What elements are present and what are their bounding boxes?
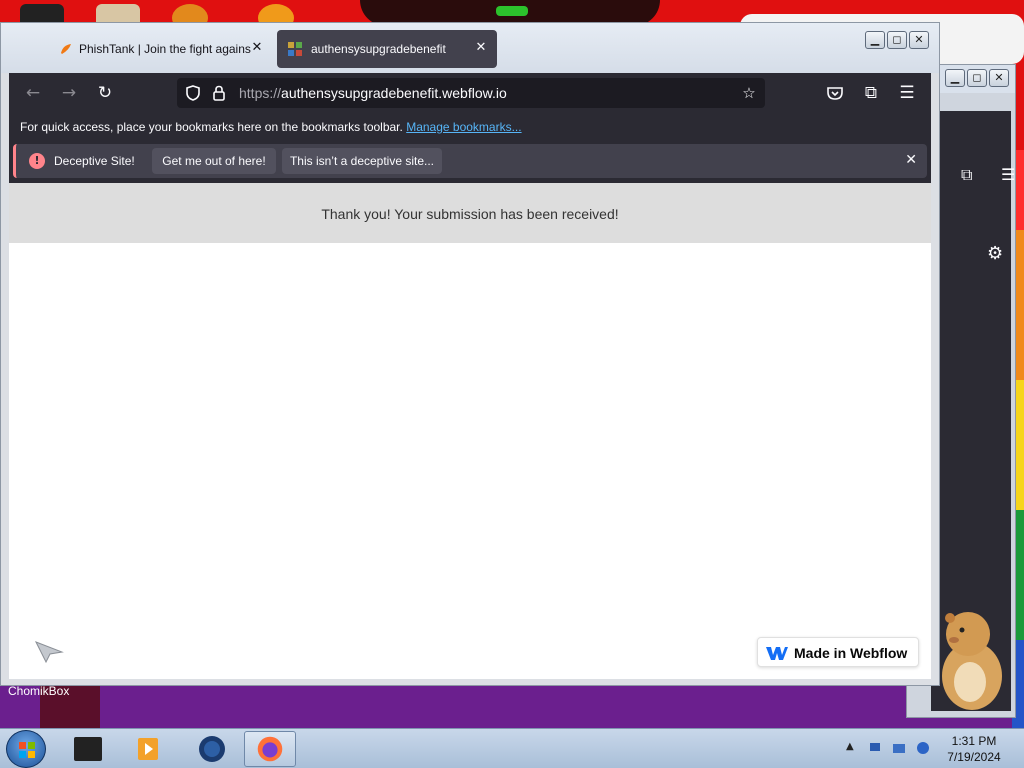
tab-phishtank[interactable]: PhishTank | Join the fight against phish… — [49, 30, 273, 68]
close-button[interactable]: ✕ — [989, 69, 1009, 87]
terminal-icon — [74, 737, 102, 761]
made-in-webflow-badge[interactable]: Made in Webflow — [757, 637, 919, 667]
clock-time: 1:31 PM — [951, 734, 997, 748]
pocket-icon[interactable] — [823, 81, 847, 105]
taskbar-app-firefox[interactable] — [244, 731, 296, 767]
forward-button[interactable]: → — [57, 81, 81, 105]
webflow-logo-icon — [766, 647, 788, 660]
deceptive-site-notification: ! Deceptive Site! Get me out of here! Th… — [9, 141, 931, 183]
badge-label: Made in Webflow — [794, 645, 908, 661]
close-button[interactable]: ✕ — [909, 31, 929, 49]
wallpaper-green — [496, 6, 528, 16]
url-bar[interactable]: https://authensysupgradebenefit.webflow.… — [177, 78, 765, 108]
not-deceptive-button[interactable]: This isn’t a deceptive site... — [282, 148, 442, 174]
firefox-icon — [257, 736, 283, 762]
menu-icon[interactable]: ☰ — [895, 81, 919, 105]
taskbar: ▲ 1:31 PM 7/19/2024 — [0, 728, 1024, 768]
close-tab-icon[interactable]: ✕ — [473, 40, 489, 55]
warning-icon: ! — [29, 153, 45, 169]
start-button[interactable] — [6, 730, 46, 768]
success-message-box: Thank you! Your submission has been rece… — [9, 183, 931, 243]
clock[interactable]: 1:31 PM 7/19/2024 — [940, 733, 1008, 765]
bookmarks-hint: For quick access, place your bookmarks h… — [20, 120, 522, 134]
network-icon[interactable] — [868, 741, 882, 755]
desktop-icon-label[interactable]: ChomikBox — [8, 684, 69, 698]
show-hidden-icons-icon[interactable]: ▲ — [846, 741, 860, 755]
lock-icon[interactable] — [209, 83, 229, 103]
bookmarks-toolbar: For quick access, place your bookmarks h… — [9, 113, 931, 141]
navigation-toolbar: ← → ↻ https://authensysupgradebenefit.we… — [9, 73, 931, 113]
close-tab-icon[interactable]: ✕ — [249, 40, 265, 55]
bookmark-star-icon[interactable]: ☆ — [739, 83, 759, 103]
hamster-sticker — [942, 612, 1002, 710]
maximize-button[interactable]: ◻ — [967, 69, 987, 87]
tab-authensysupgradebenefit[interactable]: authensysupgradebenefit ✕ — [277, 30, 497, 68]
extensions-icon[interactable]: ⧉ — [961, 165, 972, 185]
success-message: Thank you! Your submission has been rece… — [321, 206, 619, 222]
gear-icon[interactable]: ⚙ — [987, 243, 1003, 264]
reload-button[interactable]: ↻ — [93, 81, 117, 105]
tab-strip: PhishTank | Join the fight against phish… — [1, 23, 939, 73]
get-me-out-button[interactable]: Get me out of here! — [152, 148, 276, 174]
maximize-button[interactable]: ◻ — [887, 31, 907, 49]
tab-title: PhishTank | Join the fight against phish… — [79, 42, 251, 56]
close-notification-icon[interactable]: ✕ — [905, 152, 917, 168]
url-text[interactable]: https://authensysupgradebenefit.webflow.… — [239, 85, 507, 101]
phishtank-favicon-icon — [61, 44, 71, 54]
clock-date: 7/19/2024 — [947, 750, 1001, 764]
site-favicon-icon — [288, 42, 302, 56]
manage-bookmarks-link[interactable]: Manage bookmarks... — [406, 120, 521, 134]
menu-icon[interactable]: ☰ — [1001, 165, 1015, 184]
minimize-button[interactable]: ▁ — [945, 69, 965, 87]
browser-window[interactable]: PhishTank | Join the fight against phish… — [0, 22, 940, 686]
tab-title: authensysupgradebenefit — [311, 42, 446, 56]
extensions-icon[interactable]: ⧉ — [859, 81, 883, 105]
minimize-button[interactable]: ▁ — [865, 31, 885, 49]
warning-label: Deceptive Site! — [54, 154, 135, 168]
mouse-cursor-icon — [34, 641, 64, 664]
windows-logo-icon — [19, 742, 35, 758]
taskbar-app-globe[interactable] — [186, 731, 238, 767]
back-button[interactable]: ← — [21, 81, 45, 105]
volume-icon[interactable] — [916, 741, 930, 755]
globe-icon — [199, 736, 225, 762]
taskbar-app-media-player[interactable] — [122, 731, 174, 767]
action-center-icon[interactable] — [892, 741, 906, 755]
page-content: Thank you! Your submission has been rece… — [9, 183, 931, 679]
taskbar-app-terminal[interactable] — [62, 731, 114, 767]
shield-icon[interactable] — [183, 83, 203, 103]
system-tray: ▲ — [840, 729, 936, 768]
media-player-icon — [138, 738, 158, 760]
